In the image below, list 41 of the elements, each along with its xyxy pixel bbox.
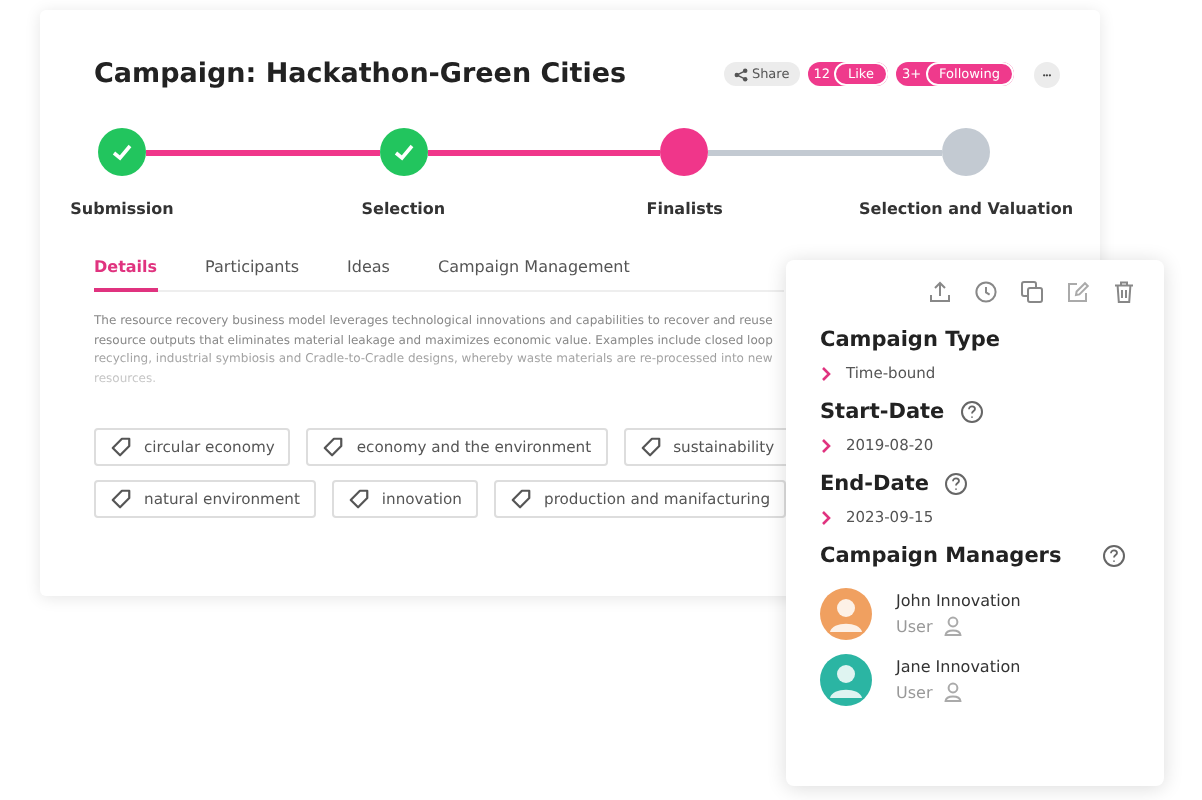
upload-icon[interactable]: [928, 280, 952, 304]
step-circle: [660, 128, 709, 176]
tab[interactable]: Ideas: [347, 258, 390, 292]
user-icon: [944, 616, 963, 636]
manager-name: Jane Innovation: [896, 658, 1021, 676]
chevron-icon: [820, 509, 832, 525]
step-label: Selection: [361, 200, 446, 218]
step-label: Submission: [70, 200, 174, 218]
tab[interactable]: Campaign Management: [437, 258, 630, 292]
tag-icon: [639, 436, 662, 459]
section-heading: Campaign Type: [820, 328, 1000, 352]
chevron-icon: [820, 437, 832, 453]
section-heading: End-Date: [820, 472, 929, 496]
step-circle: [98, 128, 146, 176]
campaign-title: Campaign: Hackathon-Green Cities: [94, 58, 627, 90]
step-circle: [942, 128, 991, 176]
tag-icon: [110, 436, 132, 459]
chevron-icon: [820, 365, 832, 381]
manager-role: User: [896, 617, 933, 635]
clock-icon[interactable]: [974, 280, 998, 304]
manager-role: User: [896, 683, 933, 701]
tag-icon: [110, 488, 132, 511]
help-icon[interactable]: [960, 400, 985, 424]
section-heading: Start-Date: [820, 400, 945, 424]
help-icon[interactable]: [1101, 544, 1126, 568]
trash-icon[interactable]: [1112, 280, 1136, 304]
manager-name: John Innovation: [896, 592, 1021, 610]
step-label: Selection and Valuation: [859, 200, 1074, 218]
section-heading: Campaign Managers: [820, 544, 1062, 568]
tag-icon: [322, 436, 345, 459]
copy-icon[interactable]: [1020, 280, 1044, 304]
user-icon: [944, 682, 963, 702]
tab[interactable]: Participants: [205, 258, 300, 292]
tag-icon: [347, 488, 370, 511]
tag-icon: [510, 488, 532, 511]
share-icon: [733, 67, 748, 81]
step-circle: [379, 128, 428, 176]
help-icon[interactable]: [944, 472, 969, 496]
tab[interactable]: Details: [94, 258, 158, 292]
step-label: Finalists: [646, 200, 723, 218]
edit-icon[interactable]: [1066, 280, 1090, 304]
